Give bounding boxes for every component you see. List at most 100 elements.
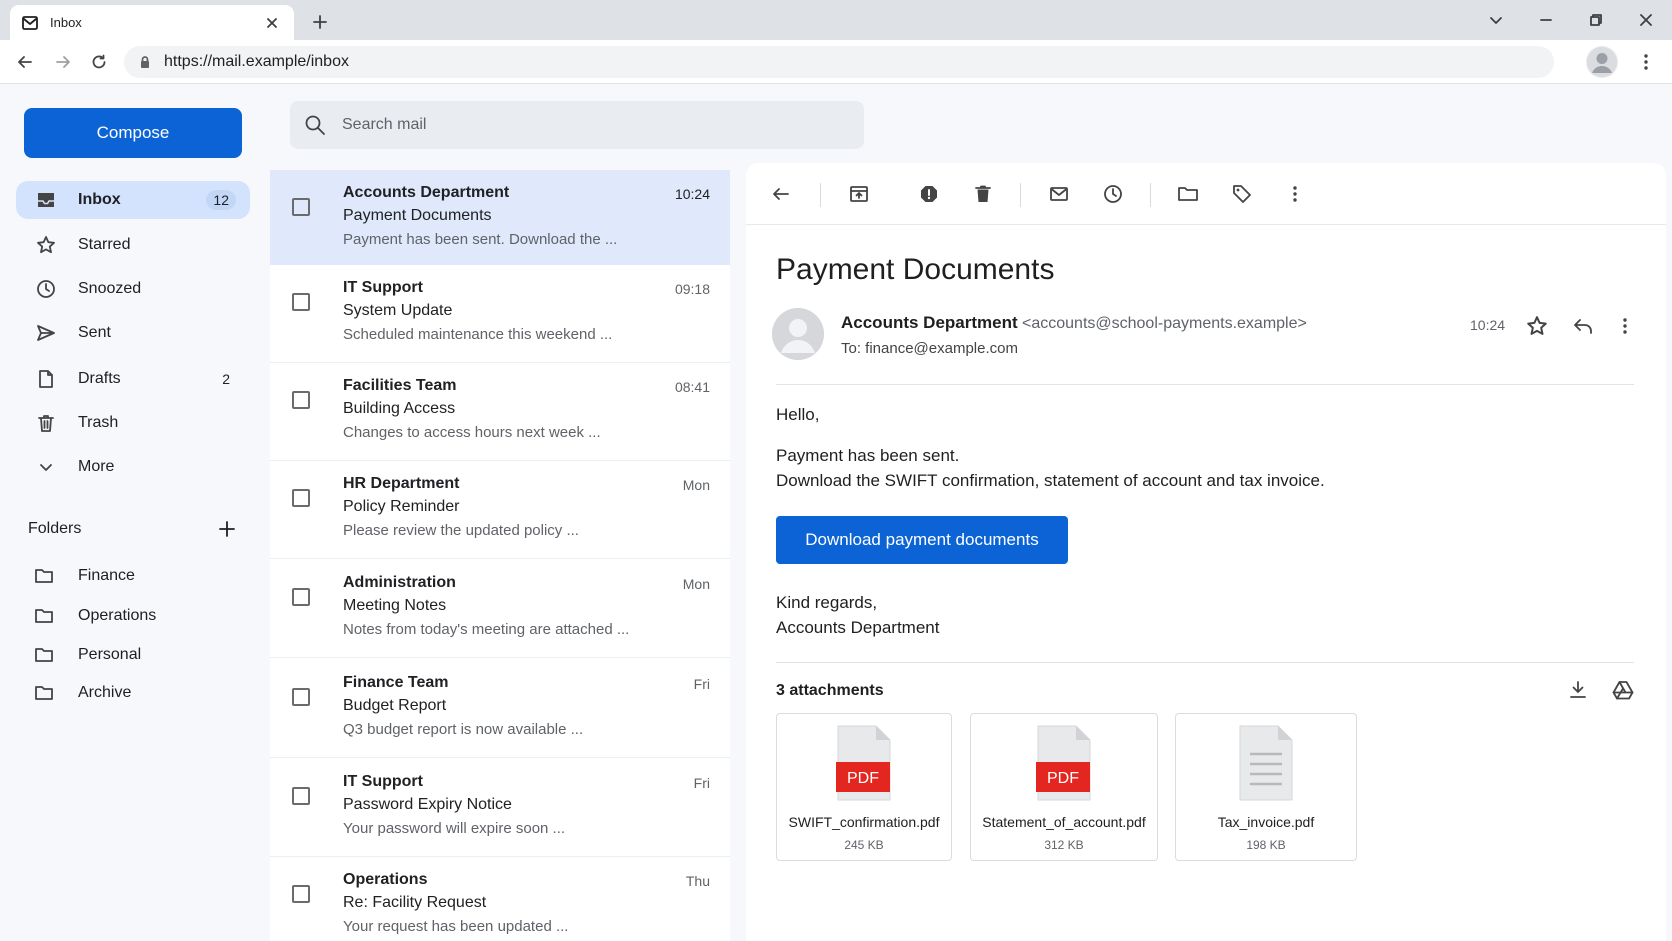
folder-icon — [34, 684, 56, 702]
attachment-card[interactable]: PDF SWIFT_confirmation.pdf 245 KB — [776, 713, 952, 861]
sidebar-item-starred[interactable]: Starred — [16, 226, 250, 264]
message-snippet: Your request has been updated ... — [343, 918, 569, 935]
sender-email: <accounts@school-payments.example> — [1022, 315, 1307, 332]
download-documents-button[interactable]: Download payment documents — [776, 516, 1068, 564]
message-subject: Payment Documents — [343, 207, 492, 224]
reading-pane: Payment Documents Accounts Department <a… — [746, 163, 1666, 941]
message-row[interactable]: IT Support System Update Scheduled maint… — [270, 265, 730, 363]
folder-icon — [34, 646, 56, 664]
message-row[interactable]: IT Support Password Expiry Notice Your p… — [270, 759, 730, 857]
sidebar-item-trash[interactable]: Trash — [16, 404, 250, 442]
message-sender: Accounts Department — [343, 184, 510, 201]
toolbar-divider — [1020, 183, 1021, 207]
add-folder-icon[interactable] — [218, 520, 236, 538]
close-window-button[interactable] — [1628, 6, 1664, 34]
message-snippet: Your password will expire soon ... — [343, 820, 566, 837]
minimize-button[interactable] — [1528, 6, 1564, 34]
message-more-icon[interactable] — [1612, 313, 1638, 339]
row-checkbox[interactable] — [292, 391, 310, 409]
report-spam-icon[interactable] — [916, 181, 942, 207]
browser-tab[interactable]: Inbox — [10, 5, 294, 40]
close-tab-icon[interactable] — [262, 13, 282, 33]
delete-icon[interactable] — [970, 181, 996, 207]
reload-icon[interactable] — [85, 48, 113, 76]
message-row[interactable]: HR Department Policy Reminder Please rev… — [270, 461, 730, 559]
message-sender: IT Support — [343, 279, 423, 296]
mail-favicon-icon — [22, 15, 38, 31]
row-checkbox[interactable] — [292, 885, 310, 903]
archive-icon[interactable] — [846, 181, 872, 207]
mark-unread-icon[interactable] — [1046, 181, 1072, 207]
row-checkbox[interactable] — [292, 293, 310, 311]
search-icon[interactable] — [304, 114, 326, 136]
folder-item-personal[interactable]: Personal — [34, 641, 234, 669]
attachment-card[interactable]: Tax_invoice.pdf 198 KB — [1175, 713, 1357, 861]
save-to-drive-icon[interactable] — [1610, 677, 1636, 703]
search-bar[interactable]: Search mail — [290, 101, 864, 149]
row-checkbox[interactable] — [292, 787, 310, 805]
message-list: Accounts Department Payment Documents Pa… — [270, 170, 730, 941]
message-row[interactable]: Facilities Team Building Access Changes … — [270, 363, 730, 461]
message-row[interactable]: Finance Team Budget Report Q3 budget rep… — [270, 660, 730, 758]
row-checkbox[interactable] — [292, 688, 310, 706]
message-row[interactable]: Operations Re: Facility Request Your req… — [270, 857, 730, 941]
sidebar-item-label: Inbox — [78, 191, 121, 208]
row-checkbox[interactable] — [292, 198, 310, 216]
sidebar-item-more[interactable]: More — [16, 448, 250, 486]
message-subject: Policy Reminder — [343, 498, 460, 515]
message-time: Thu — [685, 873, 710, 889]
search-input[interactable]: Search mail — [342, 116, 426, 134]
email-body-line: Payment has been sent. — [776, 446, 960, 465]
message-snippet: Changes to access hours next week ... — [343, 424, 601, 441]
move-to-folder-icon[interactable] — [1175, 181, 1201, 207]
browser-menu-icon[interactable] — [1632, 48, 1660, 76]
toolbar-divider — [1150, 183, 1151, 207]
folder-item-archive[interactable]: Archive — [34, 679, 234, 707]
email-time: 10:24 — [1470, 317, 1506, 333]
row-checkbox[interactable] — [292, 588, 310, 606]
email-signoff: Kind regards, — [776, 593, 878, 612]
sidebar-item-label: Snoozed — [78, 280, 142, 297]
message-subject: System Update — [343, 302, 453, 319]
label-tag-icon[interactable] — [1229, 181, 1255, 207]
address-bar[interactable]: https://mail.example/inbox — [124, 46, 1554, 78]
lock-icon — [138, 55, 152, 69]
star-icon[interactable] — [1524, 313, 1550, 339]
message-time: Mon — [682, 477, 710, 493]
more-options-icon[interactable] — [1282, 181, 1308, 207]
new-tab-button[interactable] — [306, 10, 334, 34]
back-arrow-icon[interactable] — [768, 181, 794, 207]
message-time: Fri — [693, 775, 710, 791]
message-sender: IT Support — [343, 773, 423, 790]
restore-button[interactable] — [1578, 6, 1614, 34]
message-row[interactable]: Administration Meeting Notes Notes from … — [270, 560, 730, 658]
reply-icon[interactable] — [1570, 313, 1596, 339]
sidebar-item-sent[interactable]: Sent — [16, 314, 250, 352]
message-snippet: Scheduled maintenance this weekend ... — [343, 326, 613, 343]
browser-toolbar: https://mail.example/inbox — [0, 40, 1672, 84]
unread-count-badge: 12 — [206, 190, 236, 210]
attachment-size: 245 KB — [844, 838, 884, 852]
sidebar-item-snoozed[interactable]: Snoozed — [16, 270, 250, 308]
download-all-icon[interactable] — [1565, 677, 1591, 703]
back-arrow-icon[interactable] — [11, 48, 39, 76]
forward-arrow-icon[interactable] — [49, 48, 77, 76]
compose-button[interactable]: Compose — [24, 108, 242, 158]
snooze-clock-icon[interactable] — [1100, 181, 1126, 207]
profile-avatar-icon[interactable] — [1586, 46, 1618, 78]
sidebar-item-drafts[interactable]: Drafts 2 — [16, 360, 250, 398]
message-sender: Finance Team — [343, 674, 449, 691]
folder-item-finance[interactable]: Finance — [34, 562, 234, 590]
row-checkbox[interactable] — [292, 489, 310, 507]
message-time: Mon — [682, 576, 710, 592]
sidebar-item-inbox[interactable]: Inbox 12 — [16, 181, 250, 219]
message-subject: Meeting Notes — [343, 597, 447, 614]
attachment-card[interactable]: PDF Statement_of_account.pdf 312 KB — [970, 713, 1158, 861]
folder-item-operations[interactable]: Operations — [34, 602, 234, 630]
message-row[interactable]: Accounts Department Payment Documents Pa… — [270, 170, 730, 268]
tab-search-icon[interactable] — [1478, 6, 1514, 34]
folders-heading: Folders — [28, 520, 82, 537]
sidebar-item-label: Sent — [78, 324, 111, 341]
message-subject: Building Access — [343, 400, 456, 417]
email-greeting: Hello, — [776, 405, 820, 424]
